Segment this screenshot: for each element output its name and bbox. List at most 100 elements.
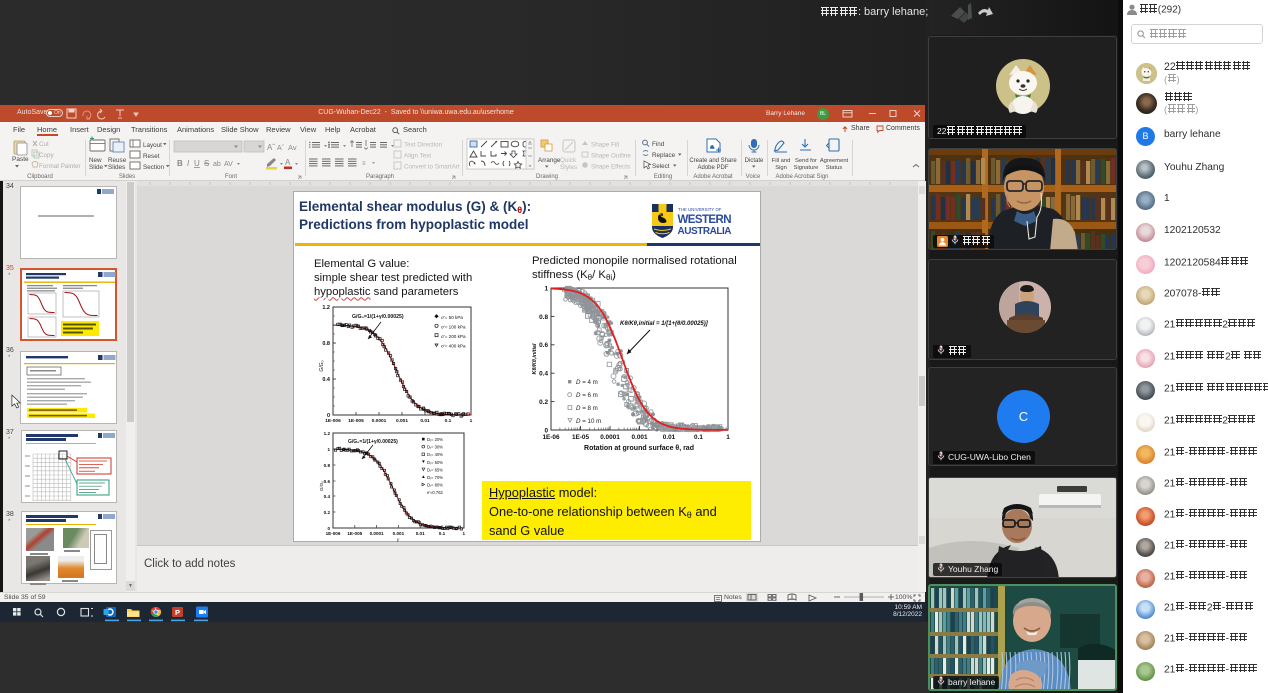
svg-text:0.001: 0.001 xyxy=(632,434,648,441)
svg-text:Dᵣ= 65%: Dᵣ= 65% xyxy=(427,467,443,472)
svg-text:0.4: 0.4 xyxy=(322,377,331,383)
svg-text:Aˇ: Aˇ xyxy=(277,145,285,152)
svg-text:1E-005: 1E-005 xyxy=(348,418,364,424)
svg-text:Copy: Copy xyxy=(39,152,55,159)
svg-text:D = 4 m: D = 4 m xyxy=(576,379,598,386)
svg-text:Layout: Layout xyxy=(143,142,162,149)
svg-text:1E-05: 1E-05 xyxy=(572,434,589,441)
svg-text:1E-005: 1E-005 xyxy=(347,531,362,536)
svg-text:Align Text: Align Text xyxy=(404,153,431,160)
svg-text:Select: Select xyxy=(652,163,670,170)
svg-text:Kθ/Kθ,initial = 1/[1+(θ/0.0002: Kθ/Kθ,initial = 1/[1+(θ/0.00025)] xyxy=(620,321,709,327)
svg-text:A: A xyxy=(285,158,291,167)
svg-text:0.0001: 0.0001 xyxy=(600,434,620,441)
svg-text:1: 1 xyxy=(726,434,730,441)
svg-text:Dᵣ= 80%: Dᵣ= 80% xyxy=(427,483,443,488)
svg-text:D = 8 m: D = 8 m xyxy=(576,405,598,412)
svg-text:Dᵣ= 40%: Dᵣ= 40% xyxy=(427,452,443,457)
svg-text:1: 1 xyxy=(327,447,330,452)
svg-text:P: P xyxy=(175,608,180,617)
svg-text:Shape Fill: Shape Fill xyxy=(591,142,619,149)
svg-text:G/G₀=1/(1+γ/0.00025): G/G₀=1/(1+γ/0.00025) xyxy=(348,439,398,445)
svg-text:Reset: Reset xyxy=(143,153,160,160)
svg-text:Quick: Quick xyxy=(560,157,577,164)
svg-text:1E-006: 1E-006 xyxy=(325,418,341,424)
svg-text:e′≈0.762: e′≈0.762 xyxy=(427,490,444,495)
svg-text:1E-006: 1E-006 xyxy=(326,531,341,536)
svg-text:0.4: 0.4 xyxy=(324,494,331,499)
svg-text:Dᵣ= 30%: Dᵣ= 30% xyxy=(427,445,443,450)
svg-text:G/G₀=1/(1+γ/0.00025): G/G₀=1/(1+γ/0.00025) xyxy=(352,314,404,320)
svg-text:σ'= 200 kPa: σ'= 200 kPa xyxy=(441,334,466,339)
svg-text:0.6: 0.6 xyxy=(324,479,331,484)
svg-text:0.6: 0.6 xyxy=(539,342,548,349)
svg-text:0.01: 0.01 xyxy=(416,531,425,536)
svg-text:Adobe PDF: Adobe PDF xyxy=(697,165,728,171)
svg-text:Find: Find xyxy=(652,141,665,148)
svg-text:Slides: Slides xyxy=(108,164,125,171)
svg-text:G/G₀: G/G₀ xyxy=(319,360,325,371)
svg-text:B: B xyxy=(177,159,183,168)
svg-text:0.0001: 0.0001 xyxy=(372,418,387,424)
svg-text:0.4: 0.4 xyxy=(539,371,548,378)
svg-text:Aˆ: Aˆ xyxy=(267,143,275,152)
svg-text:Av: Av xyxy=(288,143,297,152)
svg-text:0.1: 0.1 xyxy=(439,531,446,536)
svg-text:Styles: Styles xyxy=(560,164,577,171)
svg-text:Section: Section xyxy=(143,164,165,171)
svg-text:1: 1 xyxy=(463,531,466,536)
svg-text:1: 1 xyxy=(544,285,548,292)
svg-text:D = 10 m: D = 10 m xyxy=(576,418,601,425)
svg-text:Rotation at ground surface θ,: Rotation at ground surface θ, rad xyxy=(584,445,694,452)
svg-text:1.2: 1.2 xyxy=(322,305,330,311)
svg-text:Paste: Paste xyxy=(12,156,29,163)
svg-text:Reuse: Reuse xyxy=(108,157,127,164)
svg-text:σ'= 100 kPa: σ'= 100 kPa xyxy=(441,325,466,330)
svg-text:0.8: 0.8 xyxy=(539,314,548,321)
svg-text:0.1: 0.1 xyxy=(445,418,452,424)
svg-text:0.01: 0.01 xyxy=(663,434,676,441)
svg-text:Sign: Sign xyxy=(775,165,787,171)
svg-text:U: U xyxy=(194,159,200,168)
svg-text:Dᵣ= 50%: Dᵣ= 50% xyxy=(427,460,443,465)
svg-text:≡: ≡ xyxy=(362,161,366,167)
svg-text:1.2: 1.2 xyxy=(324,431,331,436)
svg-text:Fill and: Fill and xyxy=(772,158,791,164)
svg-text:1E-06: 1E-06 xyxy=(542,434,559,441)
svg-text:Convert to SmartArt: Convert to SmartArt xyxy=(404,164,460,171)
svg-text:0.1: 0.1 xyxy=(694,434,703,441)
svg-text:Create and Share: Create and Share xyxy=(689,158,737,164)
svg-text:Dictate: Dictate xyxy=(745,158,764,164)
svg-text:Send for: Send for xyxy=(795,158,817,164)
svg-text:0.001: 0.001 xyxy=(396,418,408,424)
svg-text:0.2: 0.2 xyxy=(539,399,548,406)
svg-text:0.001: 0.001 xyxy=(393,531,405,536)
svg-text:G/G₀: G/G₀ xyxy=(319,481,324,491)
svg-text:Agreement: Agreement xyxy=(820,158,849,164)
svg-text:D = 6 m: D = 6 m xyxy=(576,392,598,399)
svg-text:0.01: 0.01 xyxy=(420,418,430,424)
svg-text:Format Painter: Format Painter xyxy=(39,163,81,170)
svg-text:AUSTRALIA: AUSTRALIA xyxy=(678,226,732,237)
svg-text:I: I xyxy=(187,159,190,168)
svg-text:Signature: Signature xyxy=(794,165,819,171)
svg-text:AV: AV xyxy=(224,161,233,168)
svg-text:0.8: 0.8 xyxy=(324,463,331,468)
svg-text:Arrange: Arrange xyxy=(538,157,561,164)
svg-text:Cut: Cut xyxy=(39,141,49,148)
svg-text:Dᵣ= 20%: Dᵣ= 20% xyxy=(427,437,443,442)
svg-text:σ'= 400 kPa: σ'= 400 kPa xyxy=(441,344,466,349)
svg-text:γ: γ xyxy=(397,537,400,542)
svg-text:THE UNIVERSITY OF: THE UNIVERSITY OF xyxy=(678,207,722,212)
svg-text:WESTERN: WESTERN xyxy=(678,214,732,226)
svg-text:Text Direction: Text Direction xyxy=(404,142,443,149)
svg-text:Status: Status xyxy=(826,165,843,171)
svg-text:Dᵣ= 70%: Dᵣ= 70% xyxy=(427,475,443,480)
svg-text:0.2: 0.2 xyxy=(324,510,331,515)
svg-text:Replace: Replace xyxy=(652,152,676,159)
svg-text:ab: ab xyxy=(213,161,221,168)
svg-text:0.0001: 0.0001 xyxy=(370,531,384,536)
svg-text:S: S xyxy=(204,159,209,168)
svg-text:1: 1 xyxy=(470,418,473,424)
svg-text:0.8: 0.8 xyxy=(322,341,330,347)
